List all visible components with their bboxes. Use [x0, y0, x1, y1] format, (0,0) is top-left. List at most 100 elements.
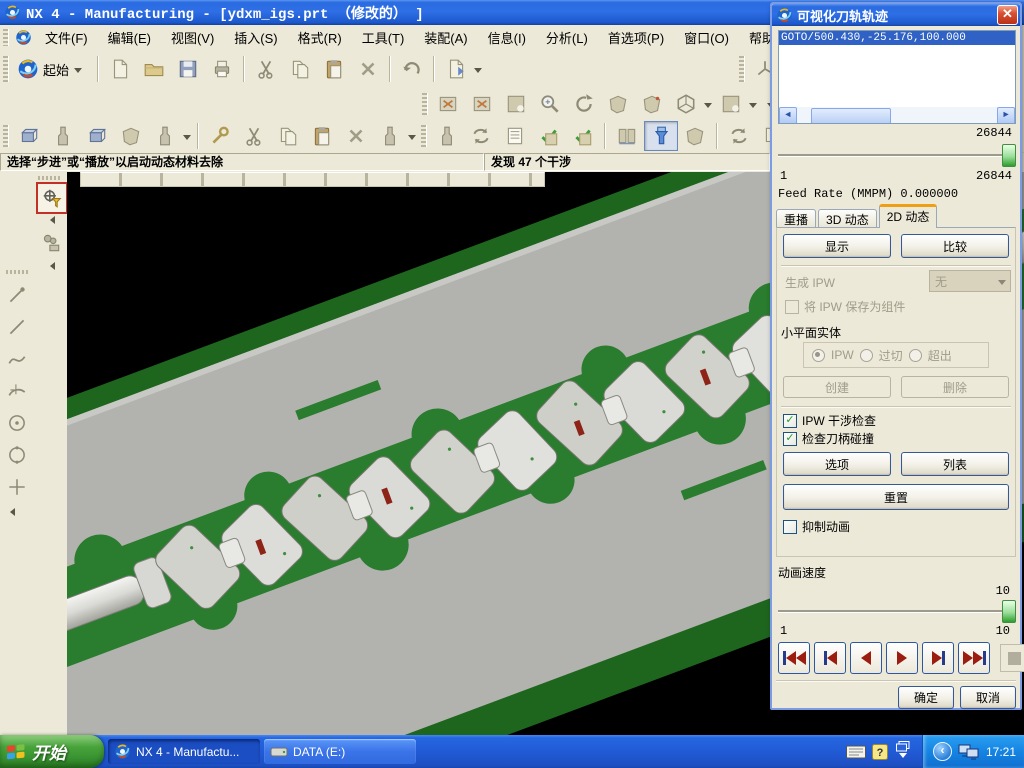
- part-navigator-button[interactable]: [678, 121, 712, 151]
- sidebar-grip-2[interactable]: [6, 270, 30, 274]
- cut-button[interactable]: [249, 54, 283, 84]
- edit-object-button[interactable]: [203, 121, 237, 151]
- help-tray-icon[interactable]: ?: [872, 744, 888, 760]
- menu-item-insert[interactable]: 插入(S): [224, 25, 287, 50]
- simulation-button[interactable]: [36, 228, 66, 258]
- collapsed-toolbar-strip[interactable]: [80, 172, 545, 187]
- clip-section-button[interactable]: [714, 89, 748, 119]
- scroll-thumb[interactable]: [811, 108, 891, 124]
- display-mode-button[interactable]: [669, 89, 703, 119]
- generate-ipw-dropdown[interactable]: 无: [929, 270, 1011, 292]
- csys-toolbar-grip[interactable]: [739, 56, 745, 83]
- cancel-button[interactable]: 取消: [960, 686, 1016, 709]
- sync-paths-button[interactable]: [722, 121, 756, 151]
- arc-button[interactable]: [2, 376, 32, 406]
- line-button[interactable]: [2, 312, 32, 342]
- dialog-close-button[interactable]: ✕: [997, 5, 1018, 25]
- step-back-button[interactable]: [814, 642, 846, 674]
- holder-collision-row[interactable]: ✓ 检查刀柄碰撞: [783, 430, 874, 447]
- menu-item-window[interactable]: 窗口(O): [674, 25, 739, 50]
- network-tray-icon[interactable]: [958, 744, 980, 760]
- copy-object-button[interactable]: [271, 121, 305, 151]
- mfg-grip-2[interactable]: [421, 125, 427, 147]
- magnifier-button[interactable]: [533, 89, 567, 119]
- save-ipw-checkbox-row[interactable]: 将 IPW 保存为组件: [785, 298, 905, 315]
- ok-button[interactable]: 确定: [898, 686, 954, 709]
- batch-generate-button[interactable]: [498, 121, 532, 151]
- export-caret-icon[interactable]: [474, 68, 482, 77]
- menu-item-analysis[interactable]: 分析(L): [536, 25, 598, 50]
- toolpath-progress-slider[interactable]: [778, 144, 1014, 166]
- go-to-end-button[interactable]: [958, 642, 990, 674]
- zoom-window-button[interactable]: [499, 89, 533, 119]
- display-mode-caret-icon[interactable]: [704, 103, 712, 112]
- menu-item-format[interactable]: 格式(R): [288, 25, 352, 50]
- scroll-left-icon[interactable]: ◄: [779, 107, 797, 124]
- paste-object-button[interactable]: [305, 121, 339, 151]
- suppress-animation-checkbox[interactable]: [783, 520, 797, 534]
- hide-icons-chevron-icon[interactable]: ‹: [933, 742, 952, 761]
- point-button[interactable]: [2, 472, 32, 502]
- zoom-box-button[interactable]: [465, 89, 499, 119]
- menu-item-preferences[interactable]: 首选项(P): [598, 25, 674, 50]
- menu-item-information[interactable]: 信息(I): [478, 25, 536, 50]
- paste-button[interactable]: [317, 54, 351, 84]
- mfg-grip-1[interactable]: [3, 125, 9, 147]
- circle-center-button[interactable]: [2, 408, 32, 438]
- menu-item-view[interactable]: 视图(V): [161, 25, 224, 50]
- create-tool-button[interactable]: [46, 121, 80, 151]
- radio-ipw[interactable]: [812, 349, 825, 362]
- tab-3d-dynamic[interactable]: 3D 动态: [818, 209, 877, 228]
- delete-button[interactable]: [351, 54, 385, 84]
- language-keyboard-icon[interactable]: [846, 745, 866, 759]
- menu-item-edit[interactable]: 编辑(E): [98, 25, 161, 50]
- show-button[interactable]: 显示: [783, 234, 891, 258]
- list-output-button[interactable]: [610, 121, 644, 151]
- view-toolbar-grip[interactable]: [422, 93, 428, 115]
- menu-item-file[interactable]: 文件(F): [35, 25, 98, 50]
- line-point-button[interactable]: [2, 280, 32, 310]
- save-button[interactable]: [171, 54, 205, 84]
- transform-object-button[interactable]: [373, 121, 407, 151]
- play-reverse-button[interactable]: [850, 642, 882, 674]
- tab-replay[interactable]: 重播: [776, 209, 816, 228]
- cut-object-button[interactable]: [237, 121, 271, 151]
- undo-button[interactable]: [395, 54, 429, 84]
- replay-toolpath-button[interactable]: [464, 121, 498, 151]
- open-file-button[interactable]: [137, 54, 171, 84]
- shaded-view-button[interactable]: [635, 89, 669, 119]
- go-to-start-button[interactable]: [778, 642, 810, 674]
- start-app-button[interactable]: 起始: [12, 55, 93, 83]
- toolbar-grip[interactable]: [3, 56, 9, 83]
- scroll-right-icon[interactable]: ►: [997, 107, 1015, 124]
- holder-collision-checkbox[interactable]: ✓: [783, 432, 797, 446]
- delete-ipw-button[interactable]: 删除: [901, 376, 1009, 398]
- radio-overcut[interactable]: [860, 349, 873, 362]
- save-ipw-checkbox[interactable]: [785, 300, 799, 314]
- fit-view-button[interactable]: [431, 89, 465, 119]
- menu-item-assemblies[interactable]: 装配(A): [414, 25, 477, 50]
- ipw-interference-row[interactable]: ✓ IPW 干涉检查: [783, 412, 876, 429]
- create-caret-icon[interactable]: [183, 135, 191, 144]
- ipw-interference-checkbox[interactable]: ✓: [783, 414, 797, 428]
- taskbar-task-nx[interactable]: NX 4 - Manufactu...: [108, 739, 260, 764]
- spline-button[interactable]: [2, 344, 32, 374]
- create-geometry-button[interactable]: [80, 121, 114, 151]
- listbox-hscrollbar[interactable]: ◄ ►: [779, 107, 1015, 123]
- menu-item-tools[interactable]: 工具(T): [352, 25, 415, 50]
- window-restore-tray-icon[interactable]: [896, 741, 910, 762]
- copy-button[interactable]: [283, 54, 317, 84]
- print-button[interactable]: [205, 54, 239, 84]
- pan-view-button[interactable]: [601, 89, 635, 119]
- speed-slider-thumb[interactable]: [1002, 600, 1016, 623]
- progress-slider-thumb[interactable]: [1002, 144, 1016, 167]
- create-operation-button[interactable]: [148, 121, 182, 151]
- create-program-button[interactable]: [12, 121, 46, 151]
- post-check-button[interactable]: [566, 121, 600, 151]
- generate-toolpath-button[interactable]: [430, 121, 464, 151]
- dialog-titlebar[interactable]: 可视化刀轨轨迹 ✕: [772, 4, 1020, 26]
- selection-filter-button[interactable]: [36, 182, 68, 214]
- new-file-button[interactable]: [103, 54, 137, 84]
- step-forward-button[interactable]: [922, 642, 954, 674]
- simulation-expand-arrow-icon[interactable]: [46, 262, 55, 270]
